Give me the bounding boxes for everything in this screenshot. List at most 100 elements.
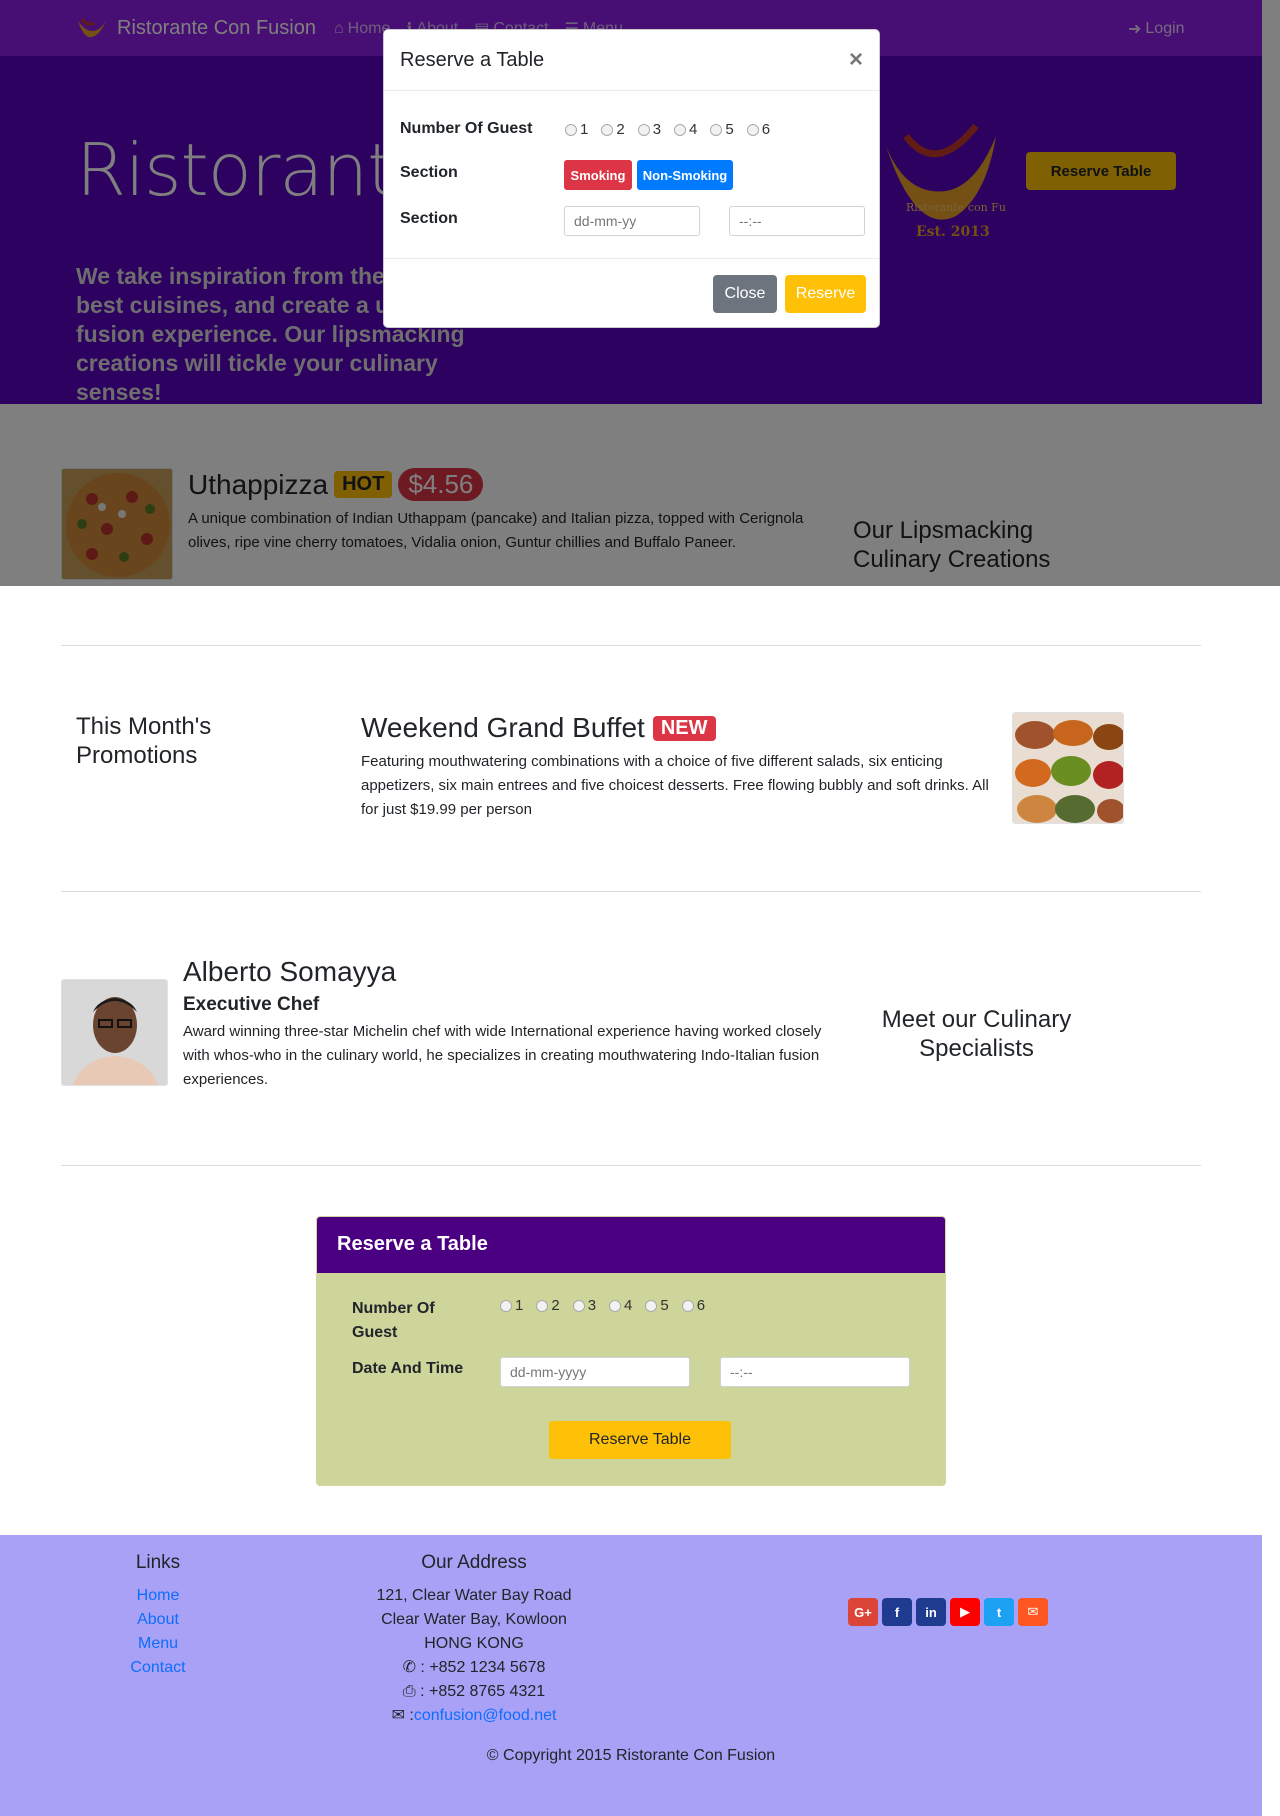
radio-circle[interactable] [601, 123, 614, 136]
fax-line: ⎙ : +852 8765 4321 [344, 1680, 604, 1704]
footer-link-home[interactable]: Home [108, 1584, 208, 1608]
promotion-image [1012, 712, 1124, 824]
fax-icon: ⎙ [402, 1683, 416, 1700]
new-badge: NEW [652, 715, 716, 741]
modal-guest-radio-1[interactable]: 1 [565, 121, 588, 138]
leader-name: Alberto Somayya [183, 956, 397, 987]
email-link[interactable]: confusion@food.net [414, 1707, 557, 1724]
radio-circle[interactable] [637, 123, 650, 136]
guests-label: Number Of Guest [352, 1300, 435, 1341]
radio-label: 4 [624, 1297, 633, 1314]
footer-link-contact[interactable]: Contact [108, 1656, 208, 1680]
address-line: 121, Clear Water Bay Road [376, 1587, 572, 1604]
promotion-description: Featuring mouthwatering combinations wit… [361, 753, 989, 818]
modal-date-input[interactable]: dd-mm-yy [564, 206, 700, 236]
guest-radio-6[interactable]: 6 [681, 1297, 706, 1314]
twitter-icon[interactable]: t [984, 1598, 1014, 1626]
radio-circle[interactable] [746, 123, 759, 136]
divider [61, 891, 1201, 892]
radio-label: 2 [551, 1297, 560, 1314]
promotion-side-heading: This Month's Promotions [76, 713, 212, 769]
leader-image [61, 979, 168, 1086]
radio-circle[interactable] [500, 1299, 512, 1312]
guest-radio-4[interactable]: 4 [609, 1297, 632, 1314]
leader-description: Award winning three-star Michelin chef w… [183, 1023, 822, 1088]
time-input[interactable]: --:-- [720, 1357, 910, 1387]
footer-link-menu[interactable]: Menu [108, 1632, 208, 1656]
divider [61, 1165, 1201, 1166]
facebook-icon[interactable]: f [882, 1598, 912, 1626]
modal-guest-radio-3[interactable]: 3 [637, 121, 661, 138]
radio-circle[interactable] [536, 1299, 549, 1312]
footer-link-about[interactable]: About [108, 1608, 208, 1632]
footer-links: Home About Menu Contact [108, 1584, 208, 1680]
modal-guest-radio-4[interactable]: 4 [674, 121, 697, 138]
modal-guest-radio-2[interactable]: 2 [601, 121, 625, 138]
leader-body: Alberto Somayya Executive Chef Award win… [183, 956, 823, 1092]
guest-radio-1[interactable]: 1 [500, 1297, 523, 1314]
guest-radio-3[interactable]: 3 [572, 1297, 597, 1314]
modal-time-input[interactable]: --:-- [729, 206, 865, 236]
close-icon[interactable]: × [849, 46, 863, 74]
modal-section-label: Section [400, 164, 458, 181]
modal-guests-radio-group: 1 2 3 4 5 6 [565, 121, 770, 138]
modal-close-button[interactable]: Close [713, 275, 777, 313]
modal-reserve-button[interactable]: Reserve [785, 275, 866, 313]
radio-circle[interactable] [681, 1299, 694, 1312]
divider [61, 645, 1201, 646]
radio-label: 5 [660, 1297, 669, 1314]
smoking-option-button[interactable]: Smoking [564, 160, 632, 190]
date-input[interactable]: dd-mm-yyyy [500, 1357, 690, 1387]
guest-radio-2[interactable]: 2 [536, 1297, 560, 1314]
non-smoking-option-button[interactable]: Non-Smoking [637, 160, 733, 190]
guests-radio-group: 1 2 3 4 5 6 [500, 1297, 705, 1314]
fax-number: : +852 8765 4321 [420, 1683, 546, 1700]
radio-label: 3 [587, 1297, 597, 1314]
leader-designation: Executive Chef [183, 994, 320, 1015]
linkedin-icon[interactable]: in [916, 1598, 946, 1626]
radio-circle[interactable] [674, 123, 687, 136]
modal-datetime-label: Section [400, 210, 458, 227]
radio-circle[interactable] [645, 1299, 658, 1312]
radio-circle[interactable] [609, 1299, 622, 1312]
buffet-image [1013, 713, 1123, 823]
radio-label: 4 [689, 121, 698, 138]
email-line: ✉ :confusion@food.net [344, 1704, 604, 1728]
promotion-name: Weekend Grand Buffet [361, 712, 645, 743]
phone-line: ✆ : +852 1234 5678 [344, 1656, 604, 1680]
datetime-label: Date And Time [352, 1360, 464, 1377]
envelope-icon: ✉ [391, 1707, 405, 1724]
guest-radio-5[interactable]: 5 [645, 1297, 669, 1314]
youtube-icon[interactable]: ▶ [950, 1598, 980, 1626]
modal-guest-radio-6[interactable]: 6 [746, 121, 771, 138]
radio-label: 1 [580, 121, 589, 138]
modal-title: Reserve a Table [400, 49, 545, 71]
promotion-heading: Weekend Grand Buffet NEW [361, 712, 991, 744]
radio-label: 5 [725, 121, 734, 138]
social-links: G+ f in ▶ t ✉ [848, 1598, 1048, 1626]
radio-circle[interactable] [565, 123, 577, 136]
chef-portrait [62, 980, 167, 1085]
modal-guests-label: Number Of Guest [400, 120, 533, 137]
reserve-card-body: Number Of Guest 1 2 3 4 5 6 Date And Tim… [317, 1273, 945, 1485]
radio-circle[interactable] [572, 1299, 585, 1312]
address-line: HONG KONG [424, 1635, 524, 1652]
modal-guest-radio-5[interactable]: 5 [710, 121, 734, 138]
radio-label: 6 [696, 1297, 706, 1314]
footer-address-heading: Our Address [421, 1552, 527, 1573]
phone-number: : +852 1234 5678 [420, 1659, 546, 1676]
radio-label: 1 [515, 1297, 524, 1314]
radio-label: 6 [761, 121, 771, 138]
envelope-icon[interactable]: ✉ [1018, 1598, 1048, 1626]
promotion-body: Weekend Grand Buffet NEW Featuring mouth… [361, 712, 991, 822]
modal-footer: Close Reserve [384, 258, 879, 329]
copyright: © Copyright 2015 Ristorante Con Fusion [486, 1747, 776, 1764]
reserve-table-submit-button[interactable]: Reserve Table [549, 1421, 731, 1459]
google-plus-icon[interactable]: G+ [848, 1598, 878, 1626]
radio-label: 2 [616, 121, 625, 138]
radio-circle[interactable] [710, 123, 723, 136]
reserve-modal: Reserve a Table × Number Of Guest 1 2 3 … [383, 29, 880, 328]
reserve-card: Reserve a Table Number Of Guest 1 2 3 4 … [316, 1216, 946, 1486]
leader-side-heading: Meet our Culinary Specialists [881, 1006, 1072, 1062]
phone-icon: ✆ [402, 1659, 416, 1676]
